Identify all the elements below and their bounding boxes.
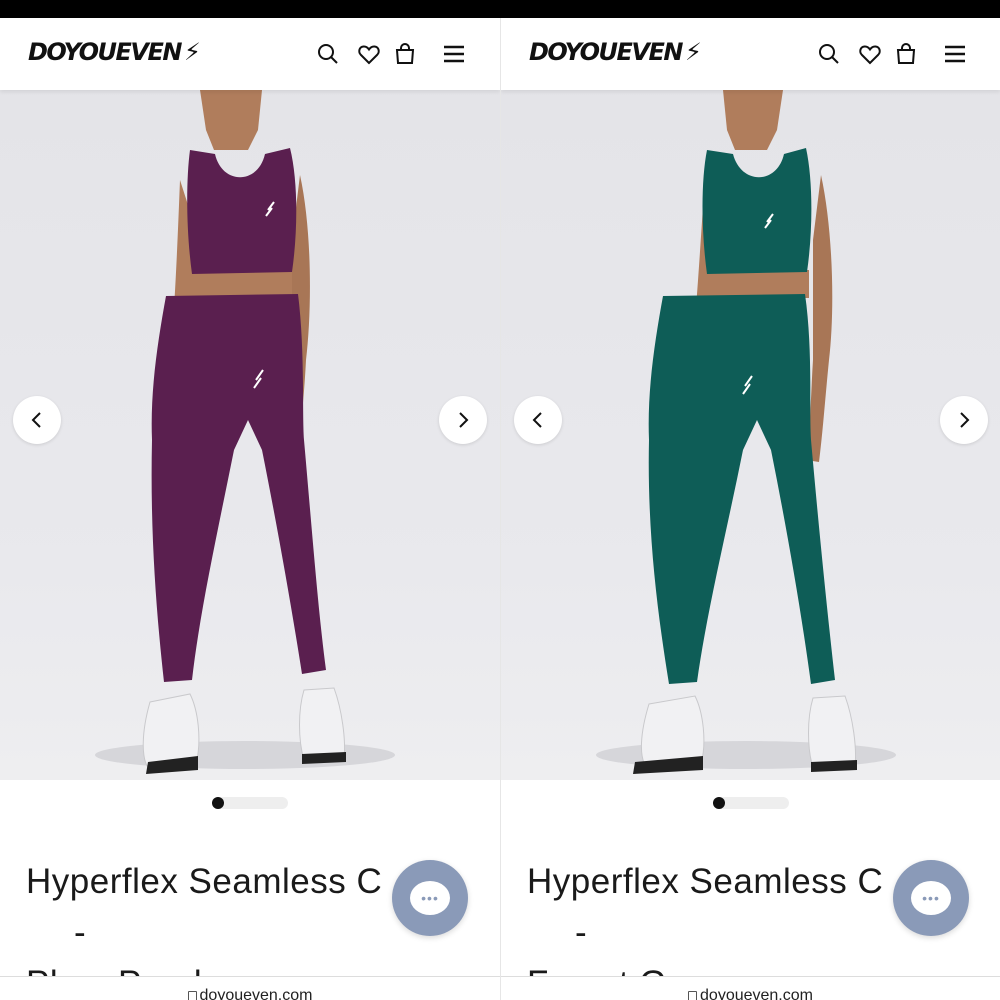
gallery-pagination[interactable]	[212, 797, 288, 809]
site-header: DOYOUEVEN ⚡	[0, 18, 500, 90]
heart-icon[interactable]	[357, 42, 381, 66]
brand-logo[interactable]: DOYOUEVEN ⚡	[28, 38, 201, 66]
bolt-icon: ⚡	[183, 38, 201, 66]
lock-icon	[688, 991, 698, 1000]
product-title-dash: -	[575, 913, 588, 952]
brand-logo[interactable]: DOYOUEVEN ⚡	[529, 38, 702, 66]
chat-button[interactable]: •••	[392, 860, 468, 936]
model-photo	[95, 90, 395, 774]
browser-url-bar[interactable]: doyoueven.com	[501, 976, 1000, 1000]
heart-icon[interactable]	[858, 42, 882, 66]
model-photo	[596, 90, 896, 774]
hamburger-menu-icon[interactable]	[442, 42, 466, 66]
browser-url-bar[interactable]: doyoueven.com	[0, 976, 500, 1000]
url-text: doyoueven.com	[700, 987, 813, 1000]
product-page-forest: DOYOUEVEN ⚡ Hyperflex Seamless C - ••• d…	[500, 18, 1000, 1000]
gallery-pagination[interactable]	[713, 797, 789, 809]
shopping-bag-icon[interactable]	[894, 42, 918, 66]
hamburger-menu-icon[interactable]	[943, 42, 967, 66]
search-icon[interactable]	[817, 42, 841, 66]
prev-image-button[interactable]	[514, 396, 562, 444]
prev-image-button[interactable]	[13, 396, 61, 444]
chat-button[interactable]: •••	[893, 860, 969, 936]
bolt-icon: ⚡	[684, 38, 702, 66]
chat-icon: •••	[911, 881, 951, 915]
product-page-plum: DOYOUEVEN ⚡ Hyperflex Seamless C - ••• d…	[0, 18, 500, 1000]
status-bar	[0, 0, 1000, 18]
chevron-left-icon	[532, 412, 542, 428]
product-image[interactable]	[501, 90, 1000, 780]
product-image[interactable]	[0, 90, 500, 780]
product-title-dash: -	[74, 913, 87, 952]
search-icon[interactable]	[316, 42, 340, 66]
pagination-active-dot	[212, 797, 224, 809]
brand-logo-text: DOYOUEVEN	[28, 38, 182, 66]
chevron-right-icon	[960, 412, 970, 428]
chevron-left-icon	[31, 412, 41, 428]
next-image-button[interactable]	[439, 396, 487, 444]
next-image-button[interactable]	[940, 396, 988, 444]
shopping-bag-icon[interactable]	[393, 42, 417, 66]
url-text: doyoueven.com	[199, 987, 313, 1000]
brand-logo-text: DOYOUEVEN	[529, 38, 683, 66]
pagination-active-dot	[713, 797, 725, 809]
site-header: DOYOUEVEN ⚡	[501, 18, 1000, 90]
chat-icon: •••	[410, 881, 450, 915]
chevron-right-icon	[459, 412, 469, 428]
lock-icon	[187, 991, 197, 1000]
